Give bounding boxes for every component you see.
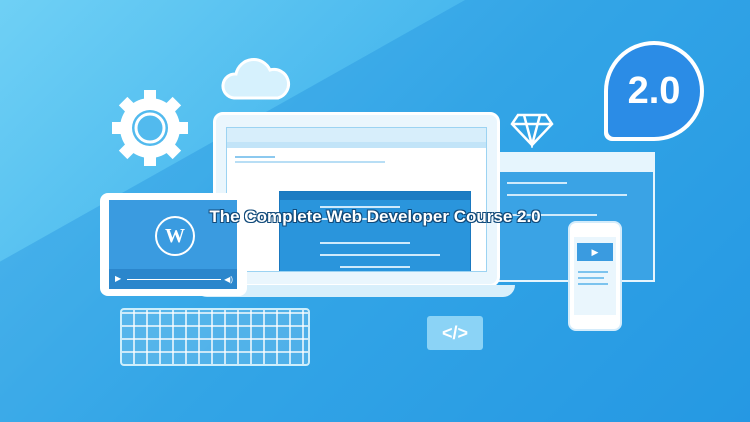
course-title: The Complete Web Developer Course 2.0	[209, 207, 541, 226]
play-icon: ▶	[577, 243, 613, 261]
volume-icon[interactable]: ◀)	[224, 275, 233, 285]
cloud-icon	[221, 58, 291, 100]
gear-icon	[112, 90, 188, 166]
phone-screen: ▶	[574, 237, 616, 315]
video-progress-bar[interactable]	[127, 279, 221, 280]
code-icon: </>	[427, 316, 483, 350]
laptop	[213, 112, 500, 287]
play-icon[interactable]: ▶	[115, 274, 121, 284]
browser-toolbar	[497, 154, 653, 172]
version-badge: 2.0	[608, 45, 700, 137]
laptop-screen	[226, 127, 487, 272]
course-thumbnail: 2.0 W ▶ ◀) ▶ </> The Complete Web Develo…	[0, 0, 750, 422]
diamond-icon	[510, 113, 554, 148]
keyboard	[120, 308, 310, 366]
smartphone: ▶	[568, 221, 622, 331]
code-editor	[279, 191, 471, 271]
